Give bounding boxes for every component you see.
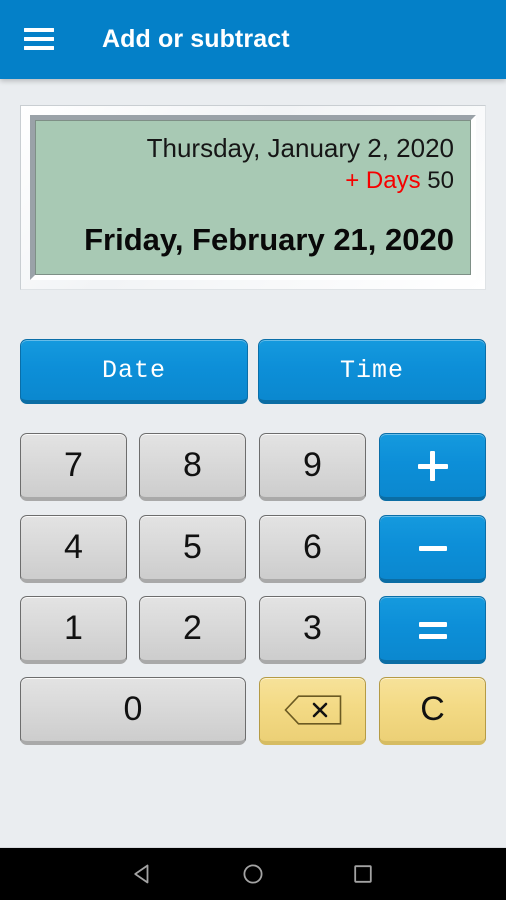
key-2-label: 2 <box>183 609 202 647</box>
display-frame: Thursday, January 2, 2020 + Days 50 Frid… <box>20 105 486 290</box>
key-6-label: 6 <box>303 528 322 566</box>
key-1[interactable]: 1 <box>20 596 127 664</box>
key-clear-label: C <box>420 690 445 728</box>
time-mode-button[interactable]: Time <box>258 339 486 404</box>
equals-icon <box>416 612 450 646</box>
page-title: Add or subtract <box>102 25 290 53</box>
date-mode-label: Date <box>101 355 166 385</box>
key-plus[interactable] <box>379 433 486 501</box>
display-bevel: Thursday, January 2, 2020 + Days 50 Frid… <box>30 115 476 280</box>
nav-recents-button[interactable] <box>318 848 408 900</box>
operation-line: + Days 50 <box>52 165 454 196</box>
key-0-label: 0 <box>123 690 143 728</box>
hamburger-bar-1 <box>24 28 54 32</box>
key-equals[interactable] <box>379 596 486 664</box>
result-date-text: Friday, February 21, 2020 <box>84 222 454 257</box>
nav-back-button[interactable] <box>98 848 188 900</box>
key-5[interactable]: 5 <box>139 515 246 583</box>
start-date-text: Thursday, January 2, 2020 <box>146 133 454 163</box>
date-mode-button[interactable]: Date <box>20 339 248 404</box>
time-mode-label: Time <box>339 355 404 385</box>
display-screen: Thursday, January 2, 2020 + Days 50 Frid… <box>35 120 471 275</box>
key-7-label: 7 <box>64 446 83 484</box>
key-3-label: 3 <box>303 609 322 647</box>
nav-home-button[interactable] <box>208 848 298 900</box>
back-triangle-icon <box>134 864 149 884</box>
key-0[interactable]: 0 <box>20 677 246 745</box>
key-1-label: 1 <box>64 609 83 647</box>
backspace-icon <box>283 694 341 725</box>
key-9[interactable]: 9 <box>259 433 366 501</box>
key-3[interactable]: 3 <box>259 596 366 664</box>
key-6[interactable]: 6 <box>259 515 366 583</box>
android-navigation-bar <box>0 847 506 900</box>
key-8[interactable]: 8 <box>139 433 246 501</box>
hamburger-bar-3 <box>24 46 54 50</box>
app-bar: Add or subtract <box>0 0 506 79</box>
app-root: Add or subtract Thursday, January 2, 202… <box>0 0 506 900</box>
home-circle-icon <box>243 864 263 884</box>
key-clear[interactable]: C <box>379 677 486 745</box>
key-8-label: 8 <box>183 446 202 484</box>
key-7[interactable]: 7 <box>20 433 127 501</box>
key-9-label: 9 <box>303 446 322 484</box>
hamburger-menu-icon[interactable] <box>24 27 54 51</box>
key-4[interactable]: 4 <box>20 515 127 583</box>
key-2[interactable]: 2 <box>139 596 246 664</box>
operation-value: 50 <box>427 167 454 194</box>
recents-square-icon <box>354 865 372 883</box>
operation-label: + Days <box>345 167 421 194</box>
key-minus[interactable] <box>379 515 486 583</box>
hamburger-bar-2 <box>24 37 54 41</box>
key-5-label: 5 <box>183 528 202 566</box>
minus-icon <box>416 531 450 565</box>
key-4-label: 4 <box>64 528 83 566</box>
plus-icon <box>416 449 450 483</box>
key-backspace[interactable] <box>259 677 366 745</box>
